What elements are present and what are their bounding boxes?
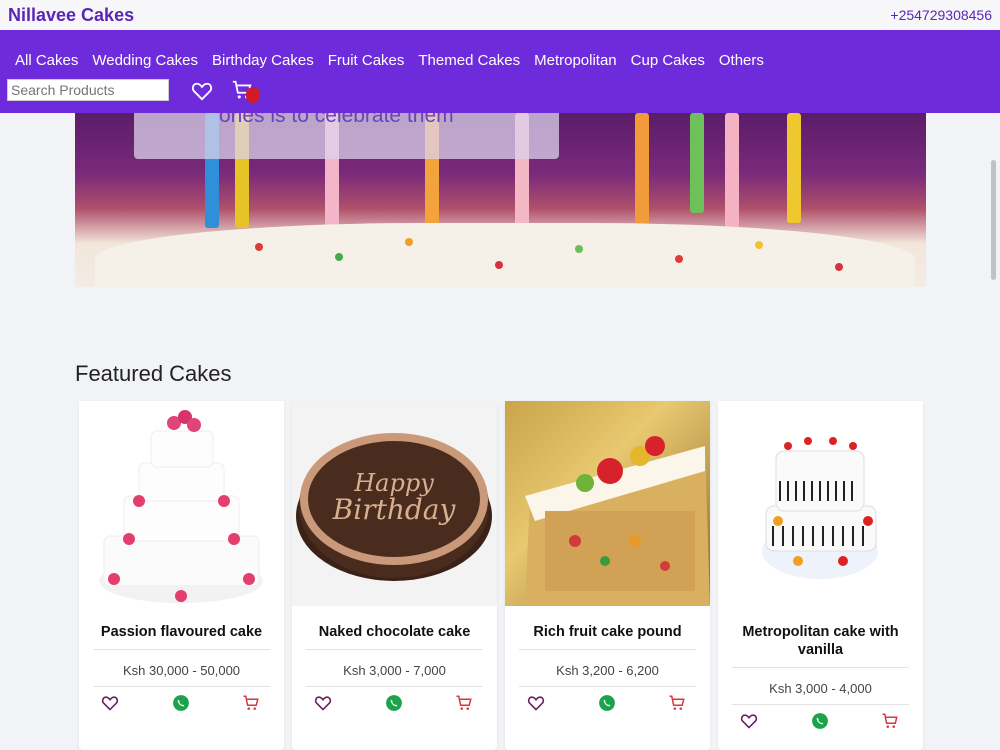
product-actions (292, 687, 497, 717)
product-name[interactable]: Passion flavoured cake (79, 606, 284, 641)
product-price: Ksh 3,000 - 4,000 (769, 681, 872, 696)
sprinkle (405, 238, 413, 246)
product-price: Ksh 3,000 - 7,000 (343, 663, 446, 678)
product-image[interactable] (79, 401, 284, 606)
sprinkle (495, 261, 503, 269)
hero-caption-text: ones is to celebrate them (219, 113, 454, 127)
product-actions (79, 687, 284, 717)
cart-icon[interactable] (881, 712, 899, 735)
nav-link-wedding-cakes[interactable]: Wedding Cakes (85, 52, 205, 69)
product-price: Ksh 30,000 - 50,000 (122, 663, 241, 678)
sprinkle (575, 245, 583, 253)
heart-icon[interactable] (740, 713, 758, 734)
nav-links: All Cakes Wedding Cakes Birthday Cakes F… (8, 52, 771, 69)
cake-top (95, 223, 915, 287)
whatsapp-icon[interactable] (598, 694, 616, 717)
whatsapp-icon[interactable] (172, 694, 190, 717)
candle-decoration (690, 113, 704, 213)
product-image[interactable]: Happy Birthday (292, 401, 497, 606)
product-name[interactable]: Rich fruit cake pound (505, 606, 710, 641)
heart-icon[interactable] (527, 695, 545, 716)
nav-link-others[interactable]: Others (712, 52, 771, 69)
heart-icon[interactable] (101, 695, 119, 716)
product-name[interactable]: Naked chocolate cake (292, 606, 497, 641)
wishlist-heart-icon[interactable] (190, 79, 214, 103)
section-title: Featured Cakes (75, 361, 232, 386)
nav-link-cup-cakes[interactable]: Cup Cakes (624, 52, 712, 69)
sprinkle (835, 263, 843, 271)
nav-link-birthday-cakes[interactable]: Birthday Cakes (205, 52, 321, 69)
nav-link-all-cakes[interactable]: All Cakes (8, 52, 85, 69)
whatsapp-icon[interactable] (811, 712, 829, 735)
cart-icon[interactable] (242, 694, 260, 717)
nav-link-metropolitan[interactable]: Metropolitan (527, 52, 624, 69)
product-card[interactable]: Passion flavoured cake Ksh 30,000 - 50,0… (79, 401, 284, 750)
cart-icon[interactable] (455, 694, 473, 717)
cart-icon[interactable] (668, 694, 686, 717)
scrollbar[interactable] (991, 160, 996, 280)
search-input[interactable] (7, 79, 169, 101)
cart-count-badge (246, 87, 260, 103)
candle-decoration (787, 113, 801, 223)
product-actions (718, 705, 923, 735)
sprinkle (675, 255, 683, 263)
nav-link-themed-cakes[interactable]: Themed Cakes (411, 52, 527, 69)
product-card[interactable]: Rich fruit cake pound Ksh 3,200 - 6,200 (505, 401, 710, 750)
phone-number[interactable]: +254729308456 (890, 7, 992, 23)
product-price: Ksh 3,200 - 6,200 (556, 663, 659, 678)
top-bar: Nillavee Cakes +254729308456 (0, 0, 1000, 30)
svg-text:Birthday: Birthday (332, 493, 457, 526)
sprinkle (255, 243, 263, 251)
product-image[interactable] (718, 401, 923, 606)
candle-decoration (725, 113, 739, 233)
product-name[interactable]: Metropolitan cake with vanilla (718, 606, 923, 659)
product-card[interactable]: Happy Birthday Naked chocolate cake Ksh … (292, 401, 497, 750)
nav-link-fruit-cakes[interactable]: Fruit Cakes (321, 52, 412, 69)
brand-logo[interactable]: Nillavee Cakes (8, 5, 134, 26)
whatsapp-icon[interactable] (385, 694, 403, 717)
heart-icon[interactable] (314, 695, 332, 716)
sprinkle (755, 241, 763, 249)
hero-caption-card: ones is to celebrate them (134, 113, 559, 159)
sprinkle (335, 253, 343, 261)
product-card[interactable]: Metropolitan cake with vanilla Ksh 3,000… (718, 401, 923, 750)
product-image[interactable] (505, 401, 710, 606)
product-actions (505, 687, 710, 717)
